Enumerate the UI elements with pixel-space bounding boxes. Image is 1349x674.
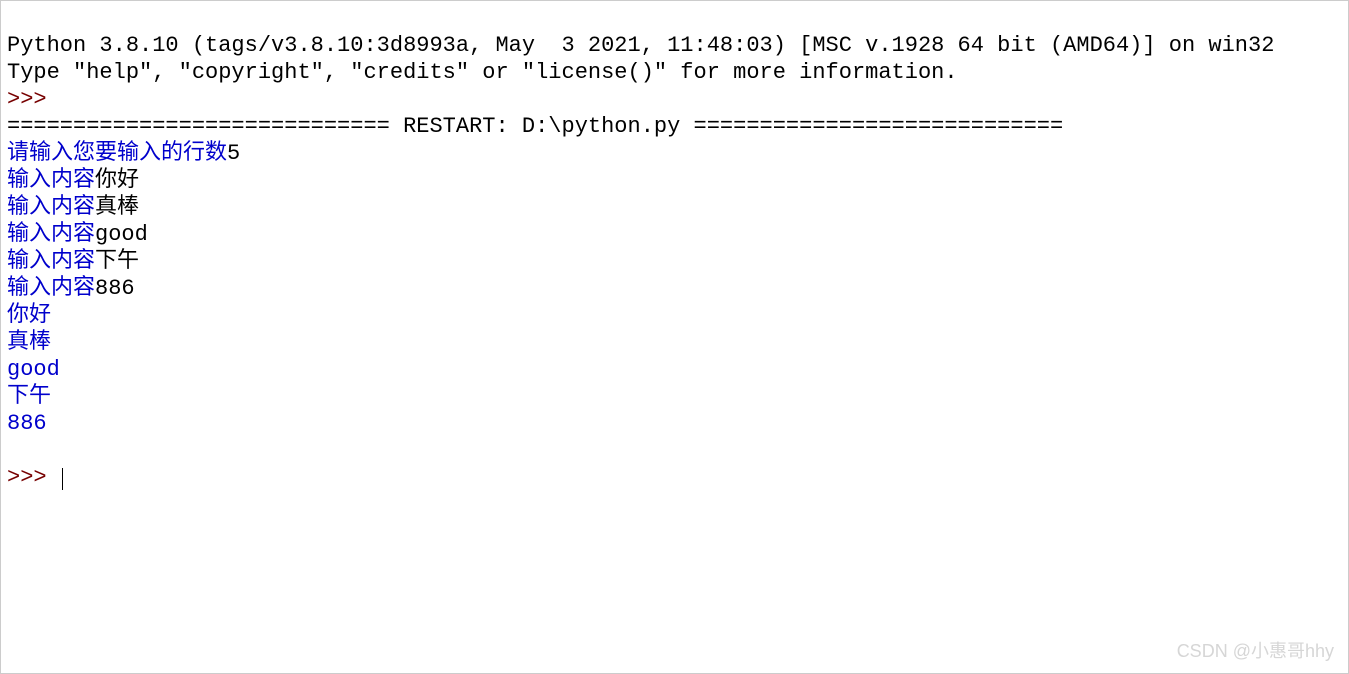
prompt-symbol: >>>: [7, 465, 60, 490]
program-output-line: 886: [7, 411, 47, 436]
idle-shell[interactable]: Python 3.8.10 (tags/v3.8.10:3d8993a, May…: [7, 5, 1342, 491]
input-prompt: 输入内容: [7, 276, 95, 301]
input-prompt: 输入内容: [7, 195, 95, 220]
text-cursor: [62, 468, 63, 490]
program-output-line: 下午: [7, 384, 51, 409]
input-prompt: 输入内容: [7, 168, 95, 193]
input-prompt: 请输入您要输入的行数: [7, 141, 227, 166]
input-prompt: 输入内容: [7, 249, 95, 274]
user-typed-value: good: [95, 222, 148, 247]
user-typed-value: 5: [227, 141, 240, 166]
input-prompt: 输入内容: [7, 222, 95, 247]
restart-header: ============================= RESTART: D…: [7, 114, 1063, 139]
watermark-text: CSDN @小惠哥hhy: [1177, 638, 1334, 665]
user-typed-value: 你好: [95, 168, 139, 193]
user-typed-value: 真棒: [95, 195, 139, 220]
prompt-symbol: >>>: [7, 87, 60, 112]
python-banner-line2: Type "help", "copyright", "credits" or "…: [7, 60, 958, 85]
program-output-line: good: [7, 357, 60, 382]
user-typed-value: 下午: [95, 249, 139, 274]
user-typed-value: 886: [95, 276, 135, 301]
program-output-line: 真棒: [7, 330, 51, 355]
python-banner-line1: Python 3.8.10 (tags/v3.8.10:3d8993a, May…: [7, 33, 1274, 58]
program-output-line: 你好: [7, 303, 51, 328]
